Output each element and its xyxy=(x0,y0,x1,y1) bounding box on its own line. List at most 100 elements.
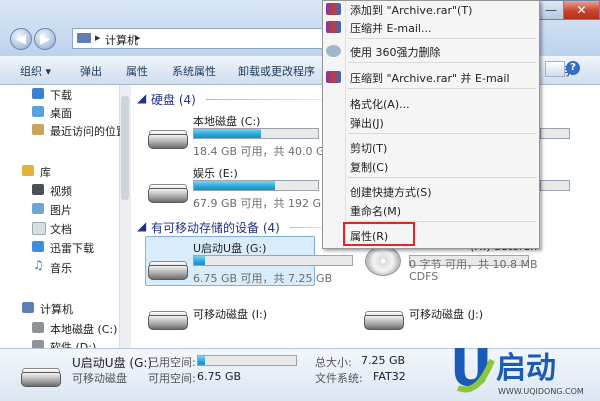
nav-item-downloads[interactable]: 下载 xyxy=(50,87,72,103)
address-arrow: ▸ xyxy=(95,31,101,44)
360-shred-icon xyxy=(326,45,341,57)
menu-item-format[interactable]: 格式化(A)... xyxy=(350,96,410,112)
removable-group-header[interactable]: 有可移动存储的设备 (4) xyxy=(151,219,280,236)
drive-g-usage-fill xyxy=(194,256,206,265)
context-menu-gutter xyxy=(345,1,346,247)
drive-g-usage-bar xyxy=(193,255,353,266)
details-used-label: 已用空间: xyxy=(148,356,196,369)
computer-nav-icon xyxy=(22,302,34,313)
details-free-label: 可用空间: xyxy=(148,372,196,385)
download-folder-icon xyxy=(32,88,44,99)
removable-disk-icon xyxy=(364,315,404,330)
hard-disks-divider xyxy=(206,99,324,100)
details-fs-value: FAT32 xyxy=(373,370,406,383)
uqidong-logo: U 启动 WWW.UQIDONG.COM xyxy=(450,339,584,399)
video-icon xyxy=(32,184,44,195)
cd-drive-icon xyxy=(365,246,401,276)
details-free-value: 6.75 GB xyxy=(197,370,242,383)
recent-places-icon xyxy=(32,124,44,135)
logo-url: WWW.UQIDONG.COM xyxy=(498,387,584,396)
menu-item-cut[interactable]: 剪切(T) xyxy=(350,140,387,156)
menu-item-compress-to-archive-email[interactable]: 压缩到 "Archive.rar" 并 E-mail xyxy=(350,70,510,86)
drive-e-name[interactable]: 娱乐 (E:) xyxy=(193,165,238,181)
logo-text: 启动 xyxy=(496,351,556,386)
removable-divider xyxy=(290,227,324,228)
uninstall-program-button[interactable]: 卸载或更改程序 xyxy=(238,63,315,79)
menu-item-create-shortcut[interactable]: 创建快捷方式(S) xyxy=(350,184,432,200)
properties-button[interactable]: 属性 xyxy=(126,63,148,79)
details-drive-name: U启动U盘 (G:) xyxy=(72,356,153,370)
drive-c-usage-bar xyxy=(193,128,319,139)
music-icon: ♫ xyxy=(33,258,44,272)
properties-highlight-box xyxy=(343,222,415,246)
menu-item-copy[interactable]: 复制(C) xyxy=(350,159,388,175)
view-options-button[interactable] xyxy=(545,61,565,77)
forward-button[interactable]: ▶ xyxy=(34,28,56,50)
eject-button[interactable]: 弹出 xyxy=(80,63,102,79)
nav-item-videos[interactable]: 视频 xyxy=(50,183,72,199)
address-arrow-2: ▸ xyxy=(135,31,141,44)
nav-libraries-header[interactable]: 库 xyxy=(40,164,51,180)
hard-drive-icon xyxy=(148,188,188,203)
nav-item-local-disk-c[interactable]: 本地磁盘 (C:) xyxy=(50,321,117,337)
computer-icon xyxy=(77,33,91,43)
drive-c-status: 18.4 GB 可用，共 40.0 GB xyxy=(193,145,333,158)
winrar-icon xyxy=(326,3,341,15)
local-disk-nav-icon xyxy=(32,322,44,333)
drive-c-name[interactable]: 本地磁盘 (C:) xyxy=(193,113,260,129)
nav-item-music[interactable]: 音乐 xyxy=(50,260,72,276)
menu-item-eject[interactable]: 弹出(J) xyxy=(350,115,384,131)
group-arrow-icon[interactable]: ◢ xyxy=(137,91,146,105)
menu-item-rename[interactable]: 重命名(M) xyxy=(350,203,401,219)
nav-scrollbar-thumb[interactable] xyxy=(121,96,129,200)
menu-separator xyxy=(348,177,536,178)
details-total-label: 总大小: xyxy=(315,356,352,369)
drive-g-name[interactable]: U启动U盘 (G:) xyxy=(193,240,266,256)
back-button[interactable]: ◀ xyxy=(10,28,32,50)
menu-separator xyxy=(348,62,536,63)
address-bar[interactable]: ▸ 计算机 ▸ xyxy=(72,28,332,49)
winrar-icon xyxy=(326,21,341,33)
nav-computer-header[interactable]: 计算机 xyxy=(40,301,73,317)
usb-drive-icon xyxy=(21,372,61,387)
documents-icon xyxy=(32,222,46,235)
details-total-value: 7.25 GB xyxy=(361,354,406,367)
menu-item-add-to-archive[interactable]: 添加到 "Archive.rar"(T) xyxy=(350,2,472,18)
details-usage-bar xyxy=(197,355,297,366)
help-icon[interactable]: ? xyxy=(566,61,580,75)
close-button[interactable]: ✕ xyxy=(563,0,600,20)
drive-i-name[interactable]: 可移动磁盘 (I:) xyxy=(193,306,267,322)
menu-item-compress-email[interactable]: 压缩并 E-mail... xyxy=(350,20,431,36)
menu-separator xyxy=(348,133,536,134)
organize-button[interactable]: 组织 ▾ xyxy=(20,63,51,79)
system-properties-button[interactable]: 系统属性 xyxy=(172,63,216,79)
nav-item-documents[interactable]: 文档 xyxy=(50,221,72,237)
right-drive-1-bar xyxy=(540,128,570,139)
group-arrow-icon[interactable]: ◢ xyxy=(137,219,146,233)
details-fs-label: 文件系统: xyxy=(315,372,363,385)
desktop-icon xyxy=(32,106,44,117)
usb-drive-icon xyxy=(148,265,188,280)
details-usage-fill xyxy=(198,356,205,365)
drive-e-status: 67.9 GB 可用，共 192 GB xyxy=(193,197,329,210)
drive-j-name[interactable]: 可移动磁盘 (J:) xyxy=(409,306,483,322)
drive-c-usage-fill xyxy=(194,129,261,138)
details-drive-type: 可移动磁盘 xyxy=(72,372,127,385)
drive-e-usage-bar xyxy=(193,180,319,191)
hard-disks-group-header[interactable]: 硬盘 (4) xyxy=(151,91,196,108)
nav-item-recent-places[interactable]: 最近访问的位置 xyxy=(50,123,120,139)
address-crumb[interactable]: 计算机 xyxy=(105,32,138,48)
drive-h-filesystem: CDFS xyxy=(409,270,439,283)
winrar-icon xyxy=(326,71,341,83)
nav-item-pictures[interactable]: 图片 xyxy=(50,202,72,218)
drive-e-usage-fill xyxy=(194,181,275,190)
menu-separator xyxy=(348,88,536,89)
drive-g-status: 6.75 GB 可用，共 7.25 GB xyxy=(193,272,333,285)
nav-item-desktop[interactable]: 桌面 xyxy=(50,105,72,121)
pictures-icon xyxy=(32,203,44,214)
nav-item-thunder-downloads[interactable]: 迅雷下载 xyxy=(50,240,94,256)
menu-item-360-force-delete[interactable]: 使用 360强力删除 xyxy=(350,44,441,60)
minimize-button[interactable]: — xyxy=(538,0,564,20)
hard-drive-icon xyxy=(148,134,188,149)
right-drive-2-bar xyxy=(540,180,570,191)
